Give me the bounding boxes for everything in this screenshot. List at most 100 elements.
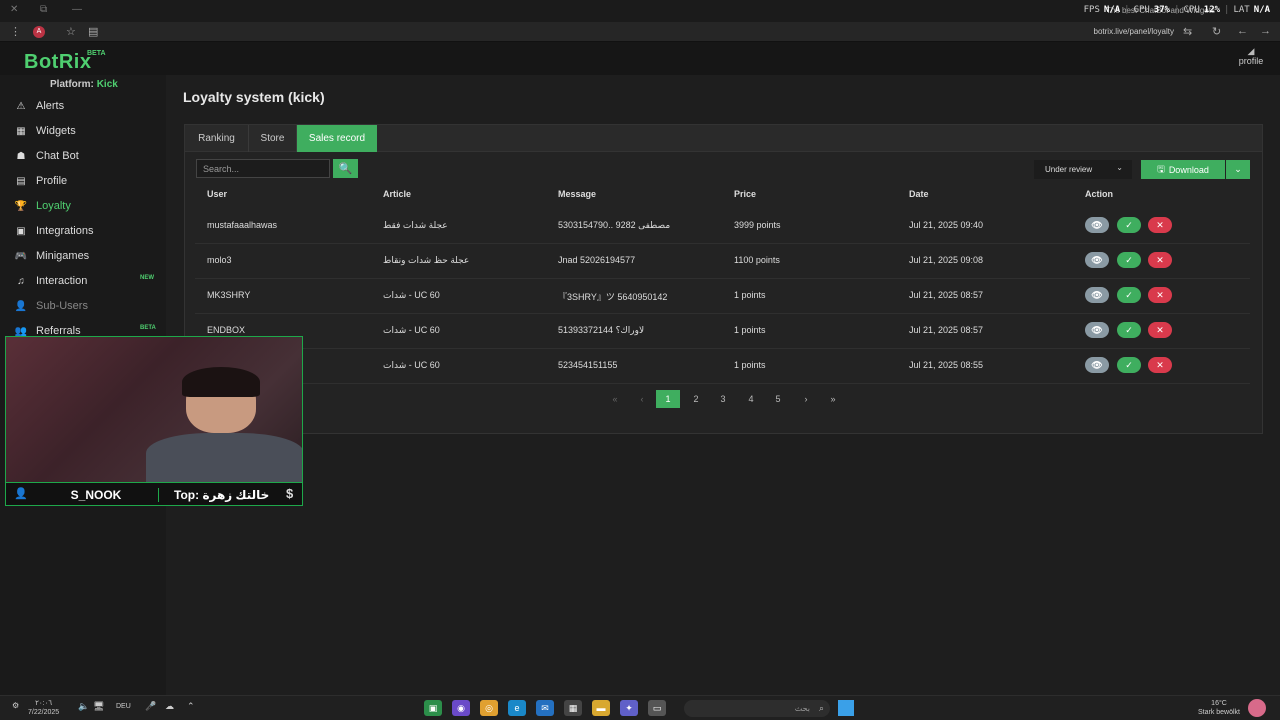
- cell-price: 1100 points: [734, 255, 780, 265]
- approve-button[interactable]: ✓: [1117, 287, 1141, 303]
- taskbar-clock[interactable]: ٢٠:٠٦ 7/22/2025: [28, 699, 59, 717]
- approve-button[interactable]: ✓: [1117, 357, 1141, 373]
- profile-button[interactable]: ◢ profile: [1234, 47, 1268, 67]
- view-button[interactable]: 👁: [1085, 252, 1109, 268]
- column-header-message[interactable]: Message: [558, 189, 596, 199]
- view-button[interactable]: 👁: [1085, 357, 1109, 373]
- view-button[interactable]: 👁: [1085, 217, 1109, 233]
- pagination-prev[interactable]: ‹: [630, 390, 654, 408]
- loyalty-panel: Ranking Store Sales record 🔍 Under revie…: [184, 124, 1263, 434]
- sidebar-item-sub-users[interactable]: 👤 Sub-Users: [0, 294, 166, 318]
- approve-button[interactable]: ✓: [1117, 217, 1141, 233]
- sidebar-item-integrations[interactable]: ▣ Integrations: [0, 219, 166, 243]
- forward-icon[interactable]: →: [1260, 25, 1271, 37]
- users-icon: 👥: [14, 325, 28, 337]
- star-icon[interactable]: ☆: [66, 25, 76, 38]
- reload-icon[interactable]: ↻: [1212, 25, 1221, 38]
- eye-icon: 👁: [1091, 324, 1103, 335]
- pagination-page-2[interactable]: 2: [684, 390, 708, 408]
- pagination-next[interactable]: ›: [794, 390, 818, 408]
- sidebar-item-widgets[interactable]: ▦ Widgets: [0, 119, 166, 143]
- folder-icon[interactable]: ▬: [592, 700, 610, 716]
- sidebar-item-chat-bot[interactable]: ☗ Chat Bot: [0, 144, 166, 168]
- column-header-date[interactable]: Date: [909, 189, 929, 199]
- cell-message: 523454151155: [558, 360, 618, 370]
- weather-widget[interactable]: 16°C Stark bewölkt: [1196, 699, 1242, 717]
- restore-window-icon[interactable]: ⧉: [40, 4, 47, 15]
- column-header-article[interactable]: Article: [383, 189, 411, 199]
- chrome-icon[interactable]: ◎: [480, 700, 498, 716]
- reject-button[interactable]: ✕: [1148, 322, 1172, 338]
- reject-button[interactable]: ✕: [1148, 217, 1172, 233]
- sidebar-item-profile[interactable]: ▤ Profile: [0, 169, 166, 193]
- pagination-page-4[interactable]: 4: [739, 390, 763, 408]
- sidebar-item-label: Chat Bot: [36, 150, 79, 162]
- view-button[interactable]: 👁: [1085, 287, 1109, 303]
- plug-icon: ▣: [16, 225, 26, 237]
- column-header-user[interactable]: User: [207, 189, 227, 199]
- app-icon-2[interactable]: ◉: [452, 700, 470, 716]
- download-dropdown-button[interactable]: ⌄: [1226, 160, 1250, 179]
- search-input[interactable]: [196, 159, 330, 178]
- weather-temp: 16°C: [1211, 700, 1227, 707]
- chevron-down-icon: ⌄: [1116, 163, 1123, 172]
- edge-icon[interactable]: e: [508, 700, 526, 716]
- view-button[interactable]: 👁: [1085, 322, 1109, 338]
- sidebar-item-interaction[interactable]: ♫ Interaction: [0, 269, 166, 293]
- taskbar-search[interactable]: بحث ⌕: [684, 700, 830, 717]
- app-icon-1[interactable]: ▣: [424, 700, 442, 716]
- close-icon: ✕: [1156, 324, 1164, 335]
- chevron-up-icon[interactable]: ⌃: [187, 701, 195, 712]
- sidebar-item-loyalty[interactable]: 🏆 Loyalty: [0, 194, 166, 218]
- close-window-icon[interactable]: ✕: [10, 4, 18, 15]
- search-button[interactable]: 🔍: [333, 159, 358, 178]
- minimize-window-icon[interactable]: —: [72, 4, 82, 15]
- sidebar-item-minigames[interactable]: 🎮 Minigames: [0, 244, 166, 268]
- mic-icon[interactable]: 🎤: [145, 701, 156, 712]
- pagination-page-5[interactable]: 5: [766, 390, 790, 408]
- back-icon[interactable]: ←: [1237, 25, 1248, 37]
- copilot-icon[interactable]: ✦: [620, 700, 638, 716]
- clock-time: ٢٠:٠٦: [35, 700, 53, 707]
- tab-ranking[interactable]: Ranking: [185, 125, 249, 152]
- approve-button[interactable]: ✓: [1117, 252, 1141, 268]
- pagination-page-3[interactable]: 3: [711, 390, 735, 408]
- page-title: Loyalty system (kick): [183, 89, 325, 105]
- cell-date: Jul 21, 2025 09:08: [909, 255, 984, 265]
- sidebar-item-label: Loyalty: [36, 200, 71, 212]
- status-filter-select[interactable]: Under review ⌄: [1034, 160, 1132, 179]
- chevron-down-icon: ⌄: [1234, 164, 1242, 174]
- browser-profile-icon[interactable]: A: [33, 26, 45, 38]
- sidebar-item-alerts[interactable]: ⚠ Alerts: [0, 94, 166, 118]
- gpu-value: 37%: [1153, 5, 1171, 15]
- cell-date: Jul 21, 2025 08:57: [909, 325, 984, 335]
- column-header-price[interactable]: Price: [734, 189, 756, 199]
- pagination-last[interactable]: »: [821, 390, 845, 408]
- reject-button[interactable]: ✕: [1148, 287, 1172, 303]
- windows-start-icon[interactable]: [838, 700, 854, 716]
- reject-button[interactable]: ✕: [1148, 252, 1172, 268]
- tab-icon[interactable]: ▤: [88, 25, 98, 38]
- pagination-page-1[interactable]: 1: [656, 390, 680, 408]
- tab-store[interactable]: Store: [249, 125, 297, 152]
- app-icon-9[interactable]: ▭: [648, 700, 666, 716]
- botrix-logo[interactable]: BotRix: [24, 51, 91, 74]
- network-icon[interactable]: 🖥: [93, 701, 104, 712]
- approve-button[interactable]: ✓: [1117, 322, 1141, 338]
- app-icon-6[interactable]: ▦: [564, 700, 582, 716]
- cell-article: شدات - UC 60: [383, 290, 440, 300]
- volume-icon[interactable]: 🔈: [78, 701, 89, 712]
- tune-icon[interactable]: ⇆: [1183, 25, 1192, 38]
- outlook-icon[interactable]: ✉: [536, 700, 554, 716]
- menu-dots-icon[interactable]: ⋮: [10, 25, 21, 38]
- reject-button[interactable]: ✕: [1148, 357, 1172, 373]
- tab-sales-record[interactable]: Sales record: [297, 125, 377, 152]
- weather-icon[interactable]: [1248, 699, 1266, 717]
- tab-bar: Ranking Store Sales record: [185, 125, 1262, 152]
- pagination-first[interactable]: «: [603, 390, 627, 408]
- language-indicator[interactable]: DEU: [116, 703, 131, 710]
- url-text[interactable]: botrix.live/panel/loyalty: [1094, 27, 1174, 36]
- cloud-icon[interactable]: ☁: [165, 701, 174, 712]
- download-button[interactable]: 🖫 Download: [1141, 160, 1225, 179]
- taskbar-gear-icon[interactable]: ⚙: [12, 701, 19, 710]
